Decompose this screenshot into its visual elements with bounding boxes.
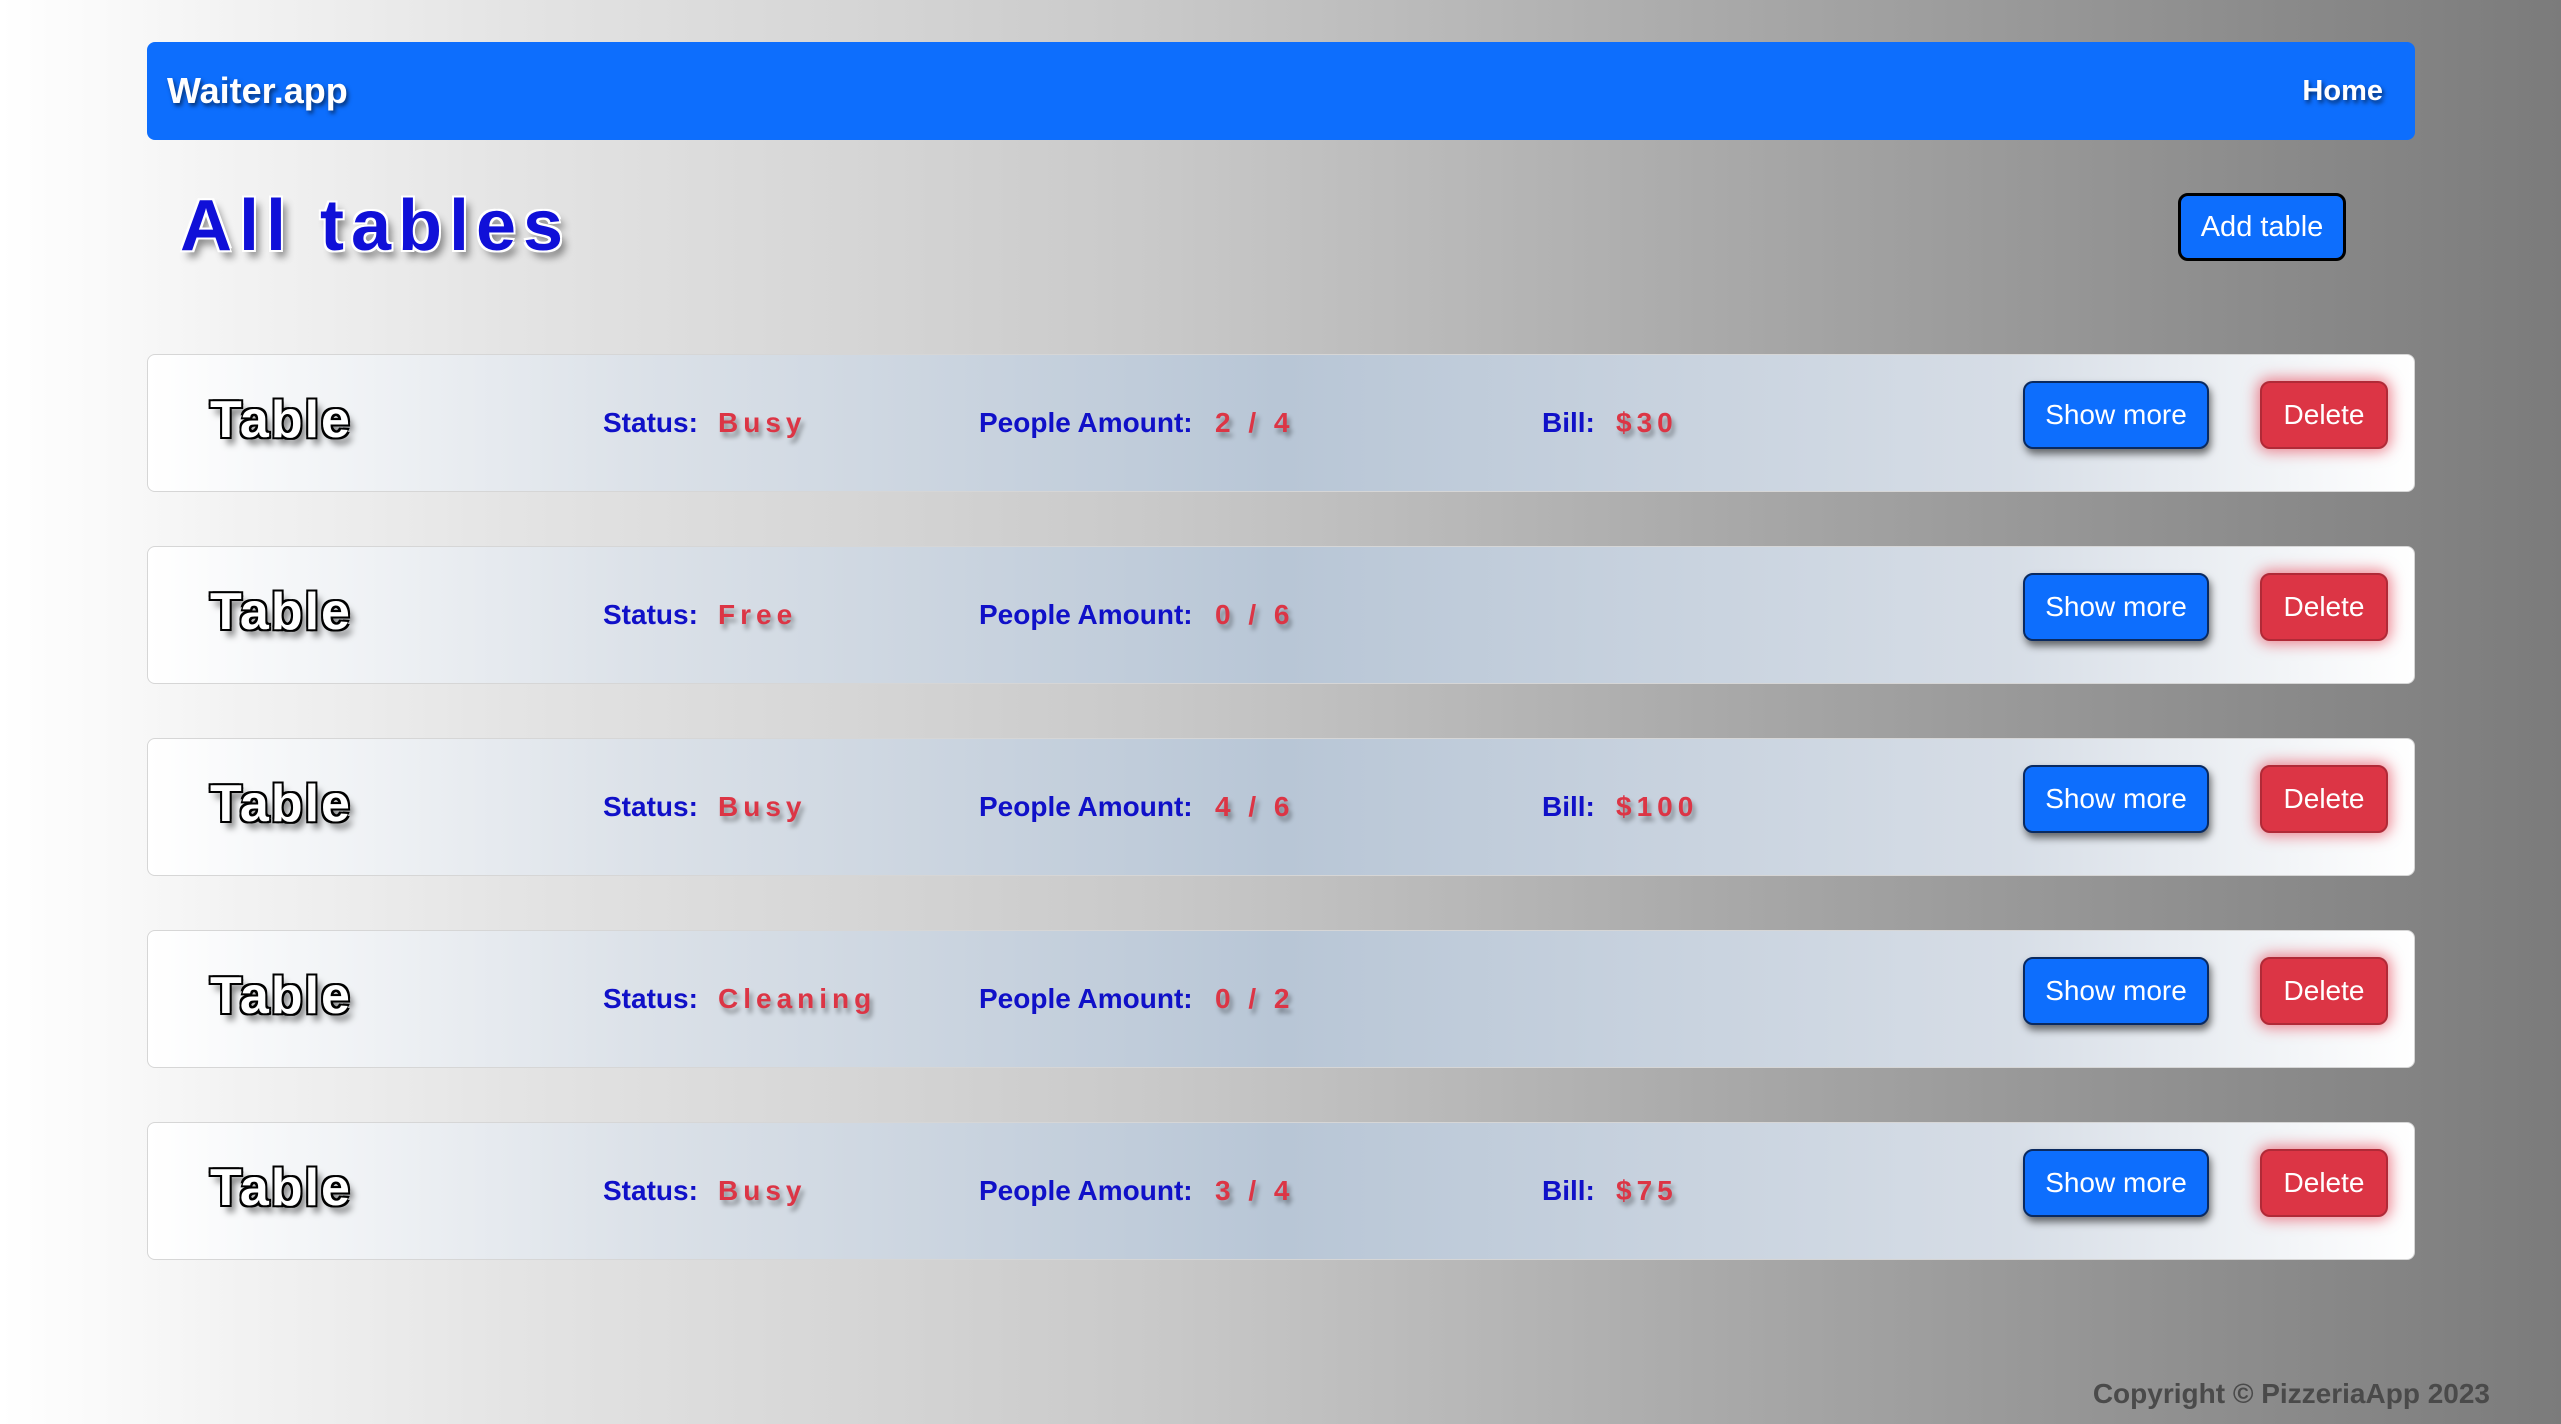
people-amount-value: 0 / 2 <box>1215 983 1295 1014</box>
people-amount-value: 2 / 4 <box>1215 407 1295 438</box>
table-row: Table Status: Cleaning People Amount: 0 … <box>147 930 2415 1068</box>
table-title: Table <box>210 967 352 1025</box>
people-amount-label: People Amount: <box>979 791 1193 822</box>
table-title: Table <box>210 775 352 833</box>
bill-label: Bill: <box>1542 1175 1595 1206</box>
show-more-button[interactable]: Show more <box>2023 381 2209 449</box>
status-label: Status: <box>603 791 698 822</box>
table-row: Table Status: Free People Amount: 0 / 6 … <box>147 546 2415 684</box>
status-label: Status: <box>603 1175 698 1206</box>
table-title: Table <box>210 1159 352 1217</box>
status-label: Status: <box>603 983 698 1014</box>
people-amount-value: 4 / 6 <box>1215 791 1295 822</box>
table-row: Table Status: Busy People Amount: 4 / 6 … <box>147 738 2415 876</box>
page-title: All tables <box>180 186 571 266</box>
people-amount-value: 0 / 6 <box>1215 599 1295 630</box>
show-more-button[interactable]: Show more <box>2023 573 2209 641</box>
people-amount-label: People Amount: <box>979 407 1193 438</box>
people-amount-label: People Amount: <box>979 1175 1193 1206</box>
footer-copyright: Copyright © PizzeriaApp 2023 <box>2092 1378 2490 1409</box>
status-value: Cleaning <box>718 983 877 1014</box>
people-amount-label: People Amount: <box>979 599 1193 630</box>
table-row: Table Status: Busy People Amount: 2 / 4 … <box>147 354 2415 492</box>
status-label: Status: <box>603 407 698 438</box>
nav-home-link[interactable]: Home <box>2302 75 2383 108</box>
add-table-button[interactable]: Add table <box>2178 193 2346 261</box>
tables-list: Table Status: Busy People Amount: 2 / 4 … <box>147 354 2415 1314</box>
status-value: Free <box>718 599 798 630</box>
delete-button[interactable]: Delete <box>2260 1149 2388 1217</box>
navbar: Waiter.app Home <box>147 42 2415 140</box>
bill-value: $100 <box>1616 791 1699 822</box>
bill-label: Bill: <box>1542 791 1595 822</box>
table-title: Table <box>210 391 352 449</box>
table-row: Table Status: Busy People Amount: 3 / 4 … <box>147 1122 2415 1260</box>
delete-button[interactable]: Delete <box>2260 573 2388 641</box>
table-title: Table <box>210 583 352 641</box>
status-value: Busy <box>718 1175 807 1206</box>
people-amount-value: 3 / 4 <box>1215 1175 1295 1206</box>
show-more-button[interactable]: Show more <box>2023 957 2209 1025</box>
status-value: Busy <box>718 791 807 822</box>
status-value: Busy <box>718 407 807 438</box>
bill-value: $75 <box>1616 1175 1678 1206</box>
brand-logo[interactable]: Waiter.app <box>167 70 348 112</box>
delete-button[interactable]: Delete <box>2260 381 2388 449</box>
delete-button[interactable]: Delete <box>2260 765 2388 833</box>
people-amount-label: People Amount: <box>979 983 1193 1014</box>
bill-value: $30 <box>1616 407 1678 438</box>
show-more-button[interactable]: Show more <box>2023 1149 2209 1217</box>
delete-button[interactable]: Delete <box>2260 957 2388 1025</box>
status-label: Status: <box>603 599 698 630</box>
show-more-button[interactable]: Show more <box>2023 765 2209 833</box>
bill-label: Bill: <box>1542 407 1595 438</box>
